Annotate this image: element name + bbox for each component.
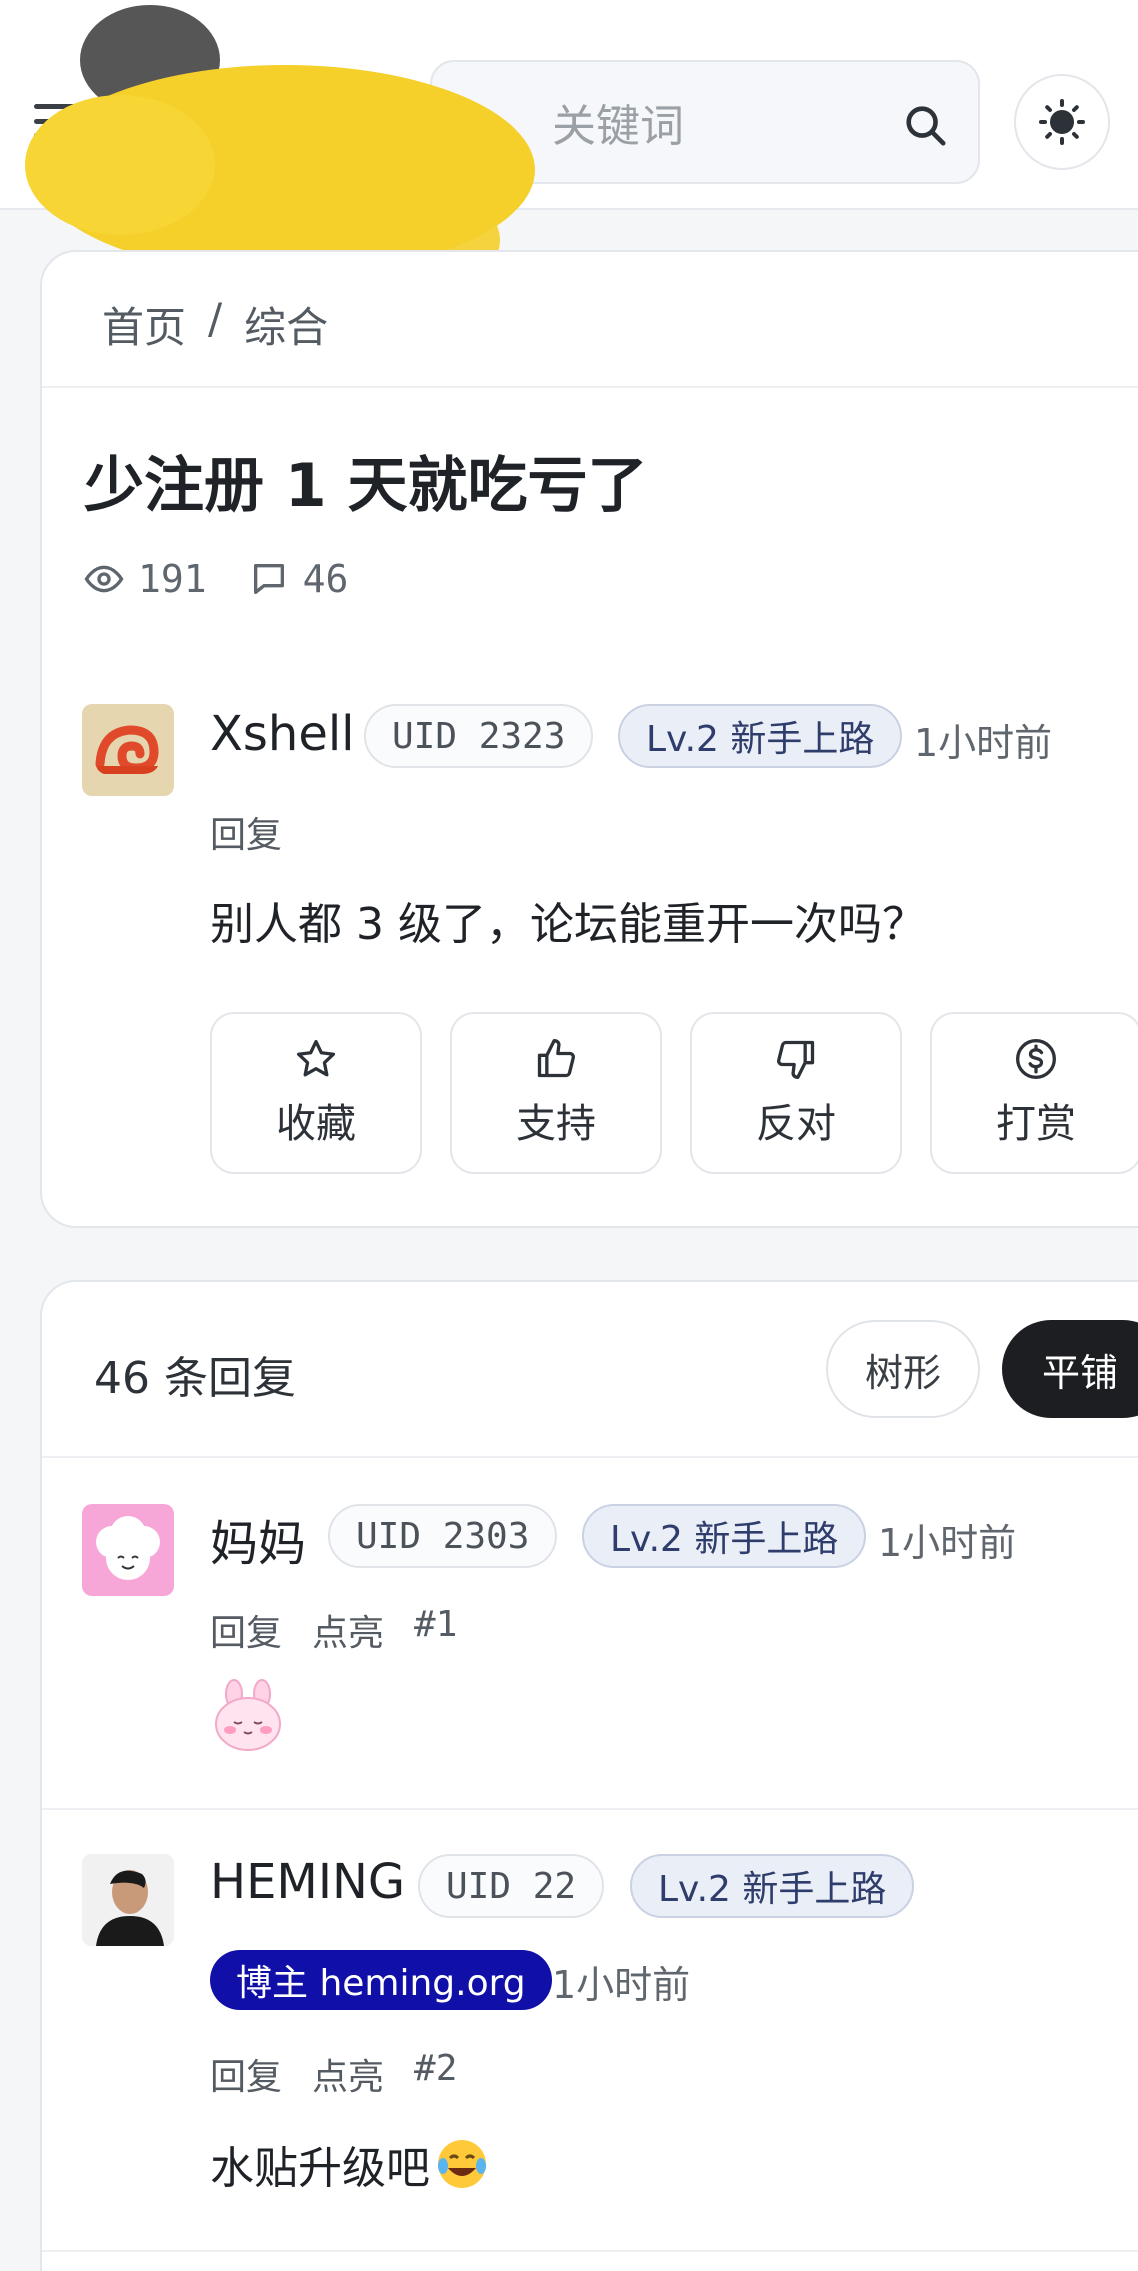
tip-button[interactable]: 打赏	[930, 1012, 1138, 1174]
reply-count: 46 条回复	[94, 1353, 296, 1404]
search-input[interactable]: 关键词	[430, 60, 980, 184]
reply-link[interactable]: 回复	[210, 806, 282, 858]
comment-icon	[253, 564, 284, 594]
thumbs-down-icon	[777, 1040, 815, 1079]
post-time: 1小时前	[914, 721, 1053, 765]
tip-label: 打赏	[996, 1101, 1076, 1147]
reply-meta-actions: 回复 点亮 #2	[210, 2048, 457, 2100]
tears-of-joy-emoji-icon	[438, 2140, 486, 2188]
breadcrumb: 首页 / 综合	[102, 294, 328, 355]
reply-author-name[interactable]: HEMING	[210, 1854, 405, 1910]
reply-time: 1小时前	[878, 1521, 1017, 1565]
breadcrumb-home[interactable]: 首页	[102, 294, 186, 355]
floor-number: #1	[414, 1604, 458, 1645]
post-stats: 191 46	[84, 557, 390, 601]
divider	[42, 386, 1138, 388]
like-link[interactable]: 点亮	[312, 2048, 384, 2100]
star-icon	[296, 1039, 336, 1077]
person-avatar-icon	[82, 1854, 174, 1946]
floor-number: #2	[414, 2048, 458, 2089]
favorite-label: 收藏	[276, 1101, 356, 1147]
top-bar: 关键词	[0, 0, 1138, 210]
level-badge: Lv.2 新手上路	[582, 1504, 867, 1568]
reply-author-name[interactable]: 妈妈	[210, 1504, 306, 1574]
reply-meta-actions: 回复 点亮 #1	[210, 1604, 457, 1656]
snail-logo-icon	[95, 725, 159, 774]
view-count: 191	[138, 557, 207, 601]
favorite-button[interactable]: 收藏	[210, 1012, 422, 1174]
divider	[42, 2250, 1138, 2252]
divider	[42, 1808, 1138, 1810]
theme-toggle-button[interactable]	[1014, 74, 1110, 170]
page-title: 少注册 1 天就吃亏了	[84, 451, 648, 521]
reply-text: 水贴升级吧	[210, 2143, 430, 2194]
uid-badge: UID 2323	[364, 704, 594, 768]
avatar[interactable]	[82, 1854, 174, 1946]
support-button[interactable]: 支持	[450, 1012, 662, 1174]
bunny-sticker-icon	[215, 1679, 281, 1751]
post-meta-actions: 回复	[210, 806, 282, 858]
level-badge: Lv.2 新手上路	[618, 704, 903, 768]
divider	[42, 1456, 1138, 1458]
breadcrumb-section[interactable]: 综合	[244, 294, 328, 355]
eye-icon	[84, 565, 124, 593]
post-action-row: 收藏 支持 反对 打赏	[210, 1012, 1138, 1174]
like-link[interactable]: 点亮	[312, 1604, 384, 1656]
avatar[interactable]	[82, 1504, 174, 1596]
reply-time: 1小时前	[552, 1963, 691, 2007]
flat-view-button[interactable]: 平铺	[1002, 1320, 1138, 1418]
avatar[interactable]	[82, 704, 174, 796]
replies-card: 46 条回复 树形 平铺 妈妈 UID 2303 Lv.2 新手上路 1小时前 …	[40, 1280, 1138, 2271]
level-badge: Lv.2 新手上路	[630, 1854, 915, 1918]
dollar-coin-icon	[1016, 1039, 1056, 1079]
search-icon[interactable]	[902, 102, 948, 148]
post-card: 首页 / 综合 少注册 1 天就吃亏了 191 46 Xshell UID 23…	[40, 250, 1138, 1228]
oppose-button[interactable]: 反对	[690, 1012, 902, 1174]
reply-link[interactable]: 回复	[210, 2048, 282, 2100]
uid-badge: UID 22	[418, 1854, 605, 1918]
post-content: 别人都 3 级了，论坛能重开一次吗？	[210, 899, 926, 950]
tree-view-button[interactable]: 树形	[826, 1320, 980, 1418]
search-placeholder: 关键词	[552, 101, 684, 152]
sun-icon	[1039, 99, 1085, 145]
author-name[interactable]: Xshell	[210, 706, 355, 762]
support-label: 支持	[516, 1101, 596, 1147]
thumbs-up-icon	[537, 1039, 575, 1078]
blogger-badge: 博主 heming.org	[210, 1950, 552, 2010]
view-mode-toggle: 树形 平铺	[826, 1320, 1138, 1418]
reply-link[interactable]: 回复	[210, 1604, 282, 1656]
uid-badge: UID 2303	[328, 1504, 558, 1568]
breadcrumb-separator: /	[208, 294, 223, 343]
reply-content: 水贴升级吧	[210, 2132, 490, 2196]
menu-icon[interactable]	[34, 104, 78, 138]
comment-count: 46	[302, 557, 349, 601]
oppose-label: 反对	[756, 1101, 836, 1147]
sheep-avatar-icon	[96, 1516, 160, 1580]
